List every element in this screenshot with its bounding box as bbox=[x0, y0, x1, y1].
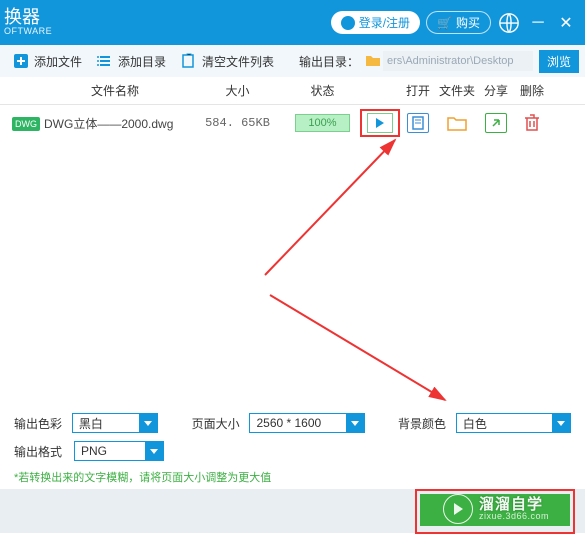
output-dir-input[interactable] bbox=[383, 51, 533, 71]
output-dir-label: 输出目录： bbox=[299, 53, 359, 70]
pagesize-select[interactable]: 2560 * 1600 bbox=[249, 413, 364, 433]
titlebar: 换器 OFTWARE 登录/注册 🛒 购买 ─ ✕ bbox=[0, 0, 585, 45]
highlight-box-play bbox=[360, 109, 400, 137]
file-name: DWG立体——2000.dwg bbox=[40, 115, 190, 132]
color-label: 输出色彩 bbox=[14, 415, 64, 432]
col-status: 状态 bbox=[285, 82, 360, 99]
minimize-button[interactable]: ─ bbox=[527, 14, 549, 32]
format-label: 输出格式 bbox=[14, 443, 66, 460]
col-delete: 删除 bbox=[514, 82, 550, 99]
file-size: 584. 65KB bbox=[190, 116, 285, 130]
buy-label: 购买 bbox=[456, 14, 480, 31]
list-icon bbox=[96, 52, 114, 70]
add-file-icon bbox=[12, 52, 30, 70]
toolbar: 添加文件 添加目录 清空文件列表 输出目录： 浏览 bbox=[0, 45, 585, 77]
add-folder-button[interactable]: 添加目录 bbox=[90, 50, 172, 72]
login-label: 登录/注册 bbox=[359, 14, 410, 31]
delete-button[interactable] bbox=[524, 120, 540, 134]
clear-list-label: 清空文件列表 bbox=[202, 53, 274, 70]
format-select[interactable]: PNG bbox=[74, 441, 164, 461]
chevron-down-icon bbox=[145, 441, 163, 461]
settings-panel: 输出色彩 黑白 页面大小 2560 * 1600 背景颜色 白色 输出格式 PN… bbox=[0, 403, 585, 489]
table-header: 文件名称 大小 状态 打开 文件夹 分享 删除 bbox=[0, 77, 585, 105]
buy-button[interactable]: 🛒 购买 bbox=[426, 11, 491, 34]
open-file-button[interactable] bbox=[407, 113, 429, 133]
pagesize-label: 页面大小 bbox=[192, 415, 242, 432]
user-icon bbox=[341, 16, 355, 30]
col-share: 分享 bbox=[478, 82, 514, 99]
add-file-label: 添加文件 bbox=[34, 53, 82, 70]
language-button[interactable] bbox=[497, 11, 521, 35]
clear-list-button[interactable]: 清空文件列表 bbox=[174, 50, 280, 72]
play-button[interactable] bbox=[367, 113, 393, 133]
col-open: 打开 bbox=[400, 82, 436, 99]
share-button[interactable] bbox=[485, 113, 507, 133]
app-subtitle: OFTWARE bbox=[4, 27, 52, 37]
bg-label: 背景颜色 bbox=[398, 415, 448, 432]
play-icon bbox=[376, 118, 384, 128]
highlight-box-convert bbox=[415, 489, 575, 534]
col-size: 大小 bbox=[190, 82, 285, 99]
clear-icon bbox=[180, 52, 198, 70]
cart-icon: 🛒 bbox=[437, 16, 452, 30]
convert-button[interactable] bbox=[420, 494, 570, 526]
browse-button[interactable]: 浏览 bbox=[539, 50, 579, 73]
progress-indicator: 100% bbox=[295, 114, 350, 132]
col-folder: 文件夹 bbox=[436, 82, 478, 99]
footer bbox=[0, 489, 585, 533]
bg-select[interactable]: 白色 bbox=[456, 413, 571, 433]
add-file-button[interactable]: 添加文件 bbox=[6, 50, 88, 72]
open-folder-button[interactable] bbox=[446, 113, 468, 133]
close-button[interactable]: ✕ bbox=[555, 13, 577, 33]
folder-icon bbox=[365, 53, 381, 70]
chevron-down-icon bbox=[139, 413, 157, 433]
col-name: 文件名称 bbox=[40, 82, 190, 99]
table-row: DWG DWG立体——2000.dwg 584. 65KB 100% bbox=[0, 105, 585, 141]
hint-text: *若转换出来的文字模糊，请将页面大小调整为更大值 bbox=[14, 469, 571, 485]
color-select[interactable]: 黑白 bbox=[72, 413, 158, 433]
chevron-down-icon bbox=[346, 413, 364, 433]
app-title: 换器 bbox=[4, 8, 52, 28]
file-type-badge: DWG bbox=[12, 117, 40, 131]
add-folder-label: 添加目录 bbox=[118, 53, 166, 70]
login-button[interactable]: 登录/注册 bbox=[331, 11, 420, 34]
chevron-down-icon bbox=[552, 413, 570, 433]
